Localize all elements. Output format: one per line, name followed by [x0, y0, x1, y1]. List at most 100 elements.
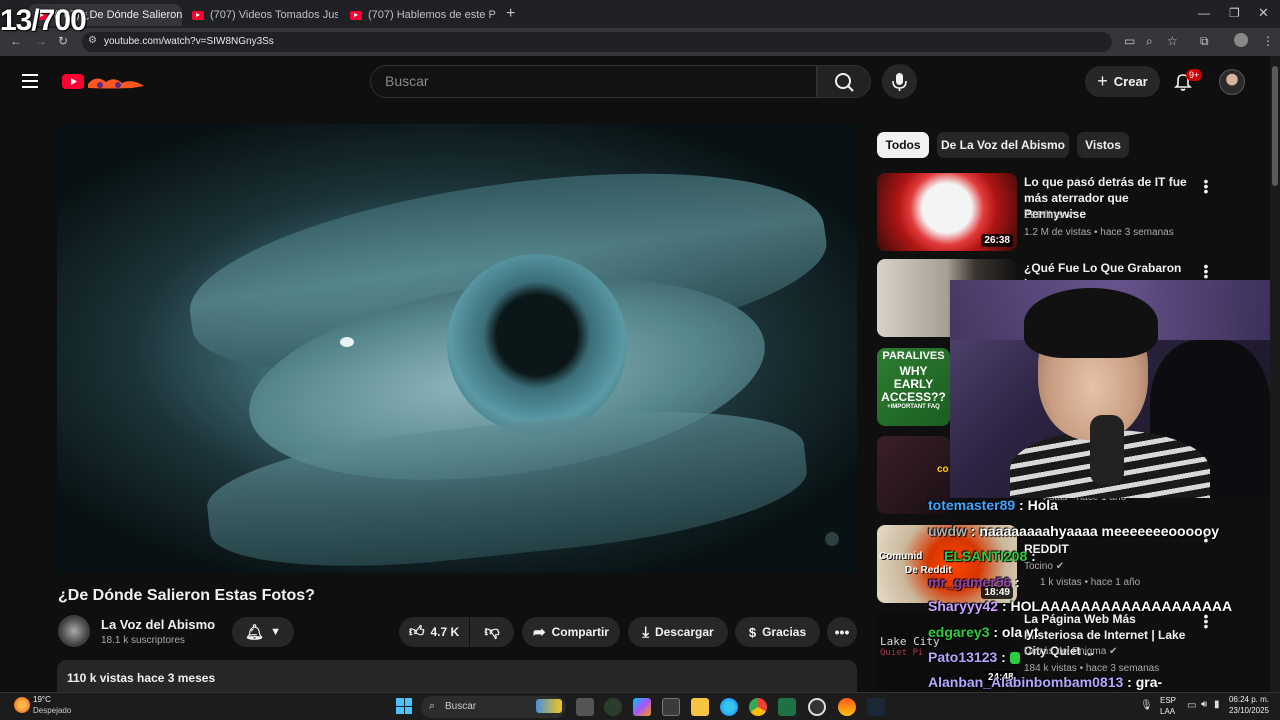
new-tab-icon[interactable]: + — [506, 5, 515, 23]
extensions-icon[interactable]: ⧉ — [1200, 34, 1209, 49]
file-explorer-icon[interactable] — [691, 698, 709, 716]
channel-name[interactable]: La Voz del Abismo — [101, 617, 215, 632]
channel-watermark-icon[interactable] — [825, 532, 839, 546]
stream-counter-overlay: 13/700 — [0, 4, 87, 37]
menu-dots-icon[interactable]: ⋮ — [1262, 34, 1274, 48]
thumb-text: EARLY — [893, 377, 934, 391]
clock-time[interactable]: 06:24 p. m. — [1227, 695, 1269, 704]
chip-watched[interactable]: Vistos — [1077, 132, 1129, 158]
site-info-icon[interactable]: ⚙ — [88, 35, 97, 46]
rec-thumbnail[interactable]: PARALIVES WHY EARLY ACCESS?? +IMPORTANT … — [877, 348, 950, 426]
chat-message: uwdw : naaaaaaaahyaaaa meeeeeeeoooooy — [928, 523, 1219, 539]
app-icon[interactable] — [838, 698, 856, 716]
youtube-favicon-icon — [350, 10, 362, 20]
thanks-label: Gracias — [762, 625, 807, 639]
chat-text: : HOLAAAAAAAAAAAAAAAAAAA — [998, 598, 1233, 614]
minimize-icon[interactable]: — — [1198, 6, 1210, 20]
description-box[interactable]: 110 k vistas hace 3 meses — [57, 660, 857, 692]
install-icon[interactable]: ▭ — [1124, 34, 1135, 48]
chat-message: ELSANTI208 : — [944, 548, 1036, 564]
rec-menu-icon[interactable]: • • • — [1202, 609, 1210, 633]
thanks-button[interactable]: $ Gracias — [735, 617, 820, 647]
search-button[interactable] — [817, 65, 871, 98]
rec-menu-icon[interactable]: • • • — [1202, 259, 1210, 283]
rec-channel-name: ZEPfilms — [1024, 210, 1064, 221]
search-icon — [835, 73, 854, 92]
chat-user: mr_gamer56 — [928, 574, 1012, 590]
rec-thumbnail[interactable]: 26:38 — [877, 173, 1017, 251]
restore-icon[interactable]: ❐ — [1229, 6, 1240, 20]
browser-tab-bar: (707) ¿De Dónde Salieron Estas ✕ (707) V… — [0, 0, 1280, 28]
chat-text: : — [1027, 548, 1036, 564]
chip-todos[interactable]: Todos — [877, 132, 929, 158]
subscription-bell-button[interactable]: 🔔︎ ▼ — [232, 617, 294, 647]
webcam-microphone — [1090, 415, 1124, 485]
search-input[interactable]: Buscar — [370, 65, 817, 98]
chrome-icon[interactable] — [749, 698, 767, 716]
windows-start-icon[interactable] — [396, 698, 412, 714]
chat-text: : — [1011, 574, 1020, 590]
volume-icon[interactable]: 🔊︎ — [1201, 699, 1207, 710]
microphone-tray-icon[interactable]: 🎙︎ — [1140, 700, 1153, 711]
voice-search-button[interactable] — [882, 64, 917, 99]
profile-icon[interactable] — [1234, 33, 1248, 47]
obs-icon[interactable] — [808, 698, 826, 716]
page-scrollbar[interactable] — [1270, 56, 1280, 692]
thumbs-up-icon: 👍︎ — [408, 623, 425, 640]
rec-title[interactable]: REDDIT — [1024, 541, 1194, 557]
steam-icon[interactable] — [867, 698, 885, 716]
rec-meta: 1.2 M de vistas • hace 3 semanas — [1024, 227, 1174, 238]
chat-text: : ola yt — [989, 624, 1039, 640]
language-layout[interactable]: LAA — [1160, 707, 1175, 716]
youtube-logo[interactable] — [62, 72, 146, 90]
chat-message: Alanban_Alabinbombam0813 : gra- — [928, 674, 1162, 690]
network-icon[interactable]: ▭ — [1187, 700, 1196, 711]
tab-3[interactable]: (707) Hablemos de este PELICU ✕ — [342, 4, 496, 26]
url-field[interactable]: youtube.com/watch?v=SIW8NGny3Ss — [82, 32, 1112, 52]
bell-icon: 🔔︎ — [245, 624, 265, 641]
chat-user: edgarey3 — [928, 624, 990, 640]
channel-avatar[interactable] — [58, 615, 90, 647]
windows-taskbar: 19°C Despejado Buscar ⌕ 🎙︎ ESP LAA ▭ 🔊︎ … — [0, 692, 1280, 720]
chat-user: Sharyyy42 — [928, 598, 999, 614]
chip-channel[interactable]: De La Voz del Abismo — [937, 132, 1069, 158]
chevron-down-icon: ▼ — [270, 626, 281, 638]
chat-user: Pato13123 — [928, 649, 998, 665]
chat-text: : naaaaaaaahyaaaa meeeeeeeoooooy — [966, 523, 1220, 539]
zoom-icon[interactable]: ⌕ — [1146, 34, 1153, 49]
task-view-icon[interactable] — [576, 698, 594, 716]
like-button[interactable]: 👍︎ 4.7 K — [399, 617, 469, 647]
bookmark-star-icon[interactable]: ☆ — [1167, 34, 1178, 48]
rec-channel[interactable]: Detrás del Enigma ✔ — [1024, 646, 1117, 657]
close-window-icon[interactable]: ✕ — [1258, 5, 1269, 21]
more-actions-button[interactable]: ••• — [827, 617, 857, 647]
chat-user: uwdw — [928, 523, 967, 539]
video-player[interactable] — [57, 124, 857, 573]
menu-hamburger-icon[interactable] — [22, 74, 38, 88]
dislike-button[interactable]: 👎︎ — [470, 617, 514, 647]
thumb-text: WHY — [899, 364, 928, 378]
rec-menu-icon[interactable]: • • • — [1202, 174, 1210, 198]
chat-user: ELSANTI208 — [944, 548, 1028, 564]
store-icon[interactable] — [662, 698, 680, 716]
scrollbar-thumb[interactable] — [1272, 66, 1278, 186]
clock-date[interactable]: 23/10/2025 — [1227, 706, 1269, 715]
download-icon: ⤓ — [642, 623, 649, 641]
copilot-icon[interactable] — [633, 698, 651, 716]
tab-2[interactable]: (707) Videos Tomados Justo An ✕ — [184, 4, 338, 26]
language-code[interactable]: ESP — [1160, 696, 1176, 705]
account-avatar[interactable] — [1219, 69, 1245, 95]
video-title: ¿De Dónde Salieron Estas Fotos? — [58, 587, 315, 604]
chat-user: Alanban_Alabinbombam0813 — [928, 674, 1124, 690]
share-button[interactable]: ➦ Compartir — [522, 617, 620, 647]
thumb-text: Quiet Pi — [880, 648, 924, 658]
battery-icon[interactable]: ▮ — [1214, 699, 1220, 710]
share-label: Compartir — [551, 625, 609, 639]
widgets-app-icon[interactable] — [604, 698, 622, 716]
create-button[interactable]: + Crear — [1085, 66, 1160, 97]
spreadsheet-app-icon[interactable] — [778, 698, 796, 716]
edge-icon[interactable] — [720, 698, 738, 716]
rec-channel[interactable]: ZEPfilms ✔ — [1024, 210, 1075, 221]
download-button[interactable]: ⤓ Descargar — [628, 617, 728, 647]
weather-icon[interactable] — [14, 697, 30, 713]
